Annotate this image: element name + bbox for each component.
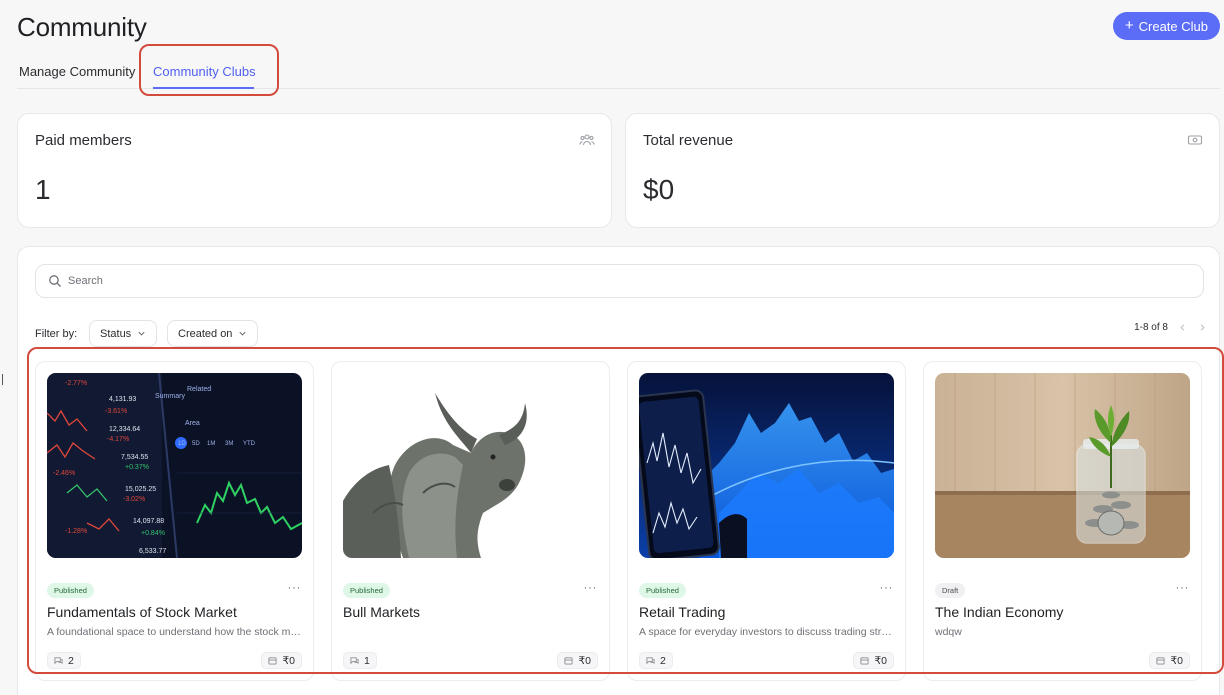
total-revenue-card: Total revenue $0 <box>625 113 1220 228</box>
pagination-count: 1-8 of 8 <box>1134 321 1168 333</box>
filter-label: Filter by: <box>35 328 78 340</box>
chevron-down-icon <box>239 331 247 336</box>
cash-icon <box>1187 135 1203 145</box>
chevron-down-icon <box>138 331 145 336</box>
tab-highlight-annotation <box>139 44 279 96</box>
chevron-left-icon <box>1179 323 1184 331</box>
create-club-button[interactable]: + Create Club <box>1112 12 1220 40</box>
paid-members-card: Paid members 1 <box>17 113 612 228</box>
status-filter-label: Status <box>100 327 132 340</box>
text-cursor <box>2 374 3 385</box>
created-on-filter-label: Created on <box>178 327 233 340</box>
search-box[interactable] <box>35 264 1204 298</box>
prev-page-button[interactable] <box>1176 321 1188 333</box>
create-club-label: Create Club <box>1138 18 1208 34</box>
stat-label: Paid members <box>35 132 132 149</box>
tab-manage-community[interactable]: Manage Community <box>19 64 135 79</box>
next-page-button[interactable] <box>1196 321 1208 333</box>
cards-highlight-annotation <box>27 347 1224 674</box>
page-title: Community <box>17 12 147 42</box>
search-input[interactable] <box>68 275 1168 287</box>
users-icon <box>579 134 595 146</box>
plus-icon: + <box>1124 17 1134 34</box>
pagination: 1-8 of 8 <box>1134 321 1208 333</box>
stat-value: 1 <box>35 174 51 205</box>
stat-label: Total revenue <box>643 132 734 149</box>
search-icon <box>49 275 61 287</box>
chevron-right-icon <box>1200 323 1205 331</box>
stat-value: $0 <box>643 174 675 205</box>
status-filter-dropdown[interactable]: Status <box>89 320 158 347</box>
page-header: Community + Create Club <box>17 10 1220 44</box>
created-on-filter-dropdown[interactable]: Created on <box>167 320 259 347</box>
